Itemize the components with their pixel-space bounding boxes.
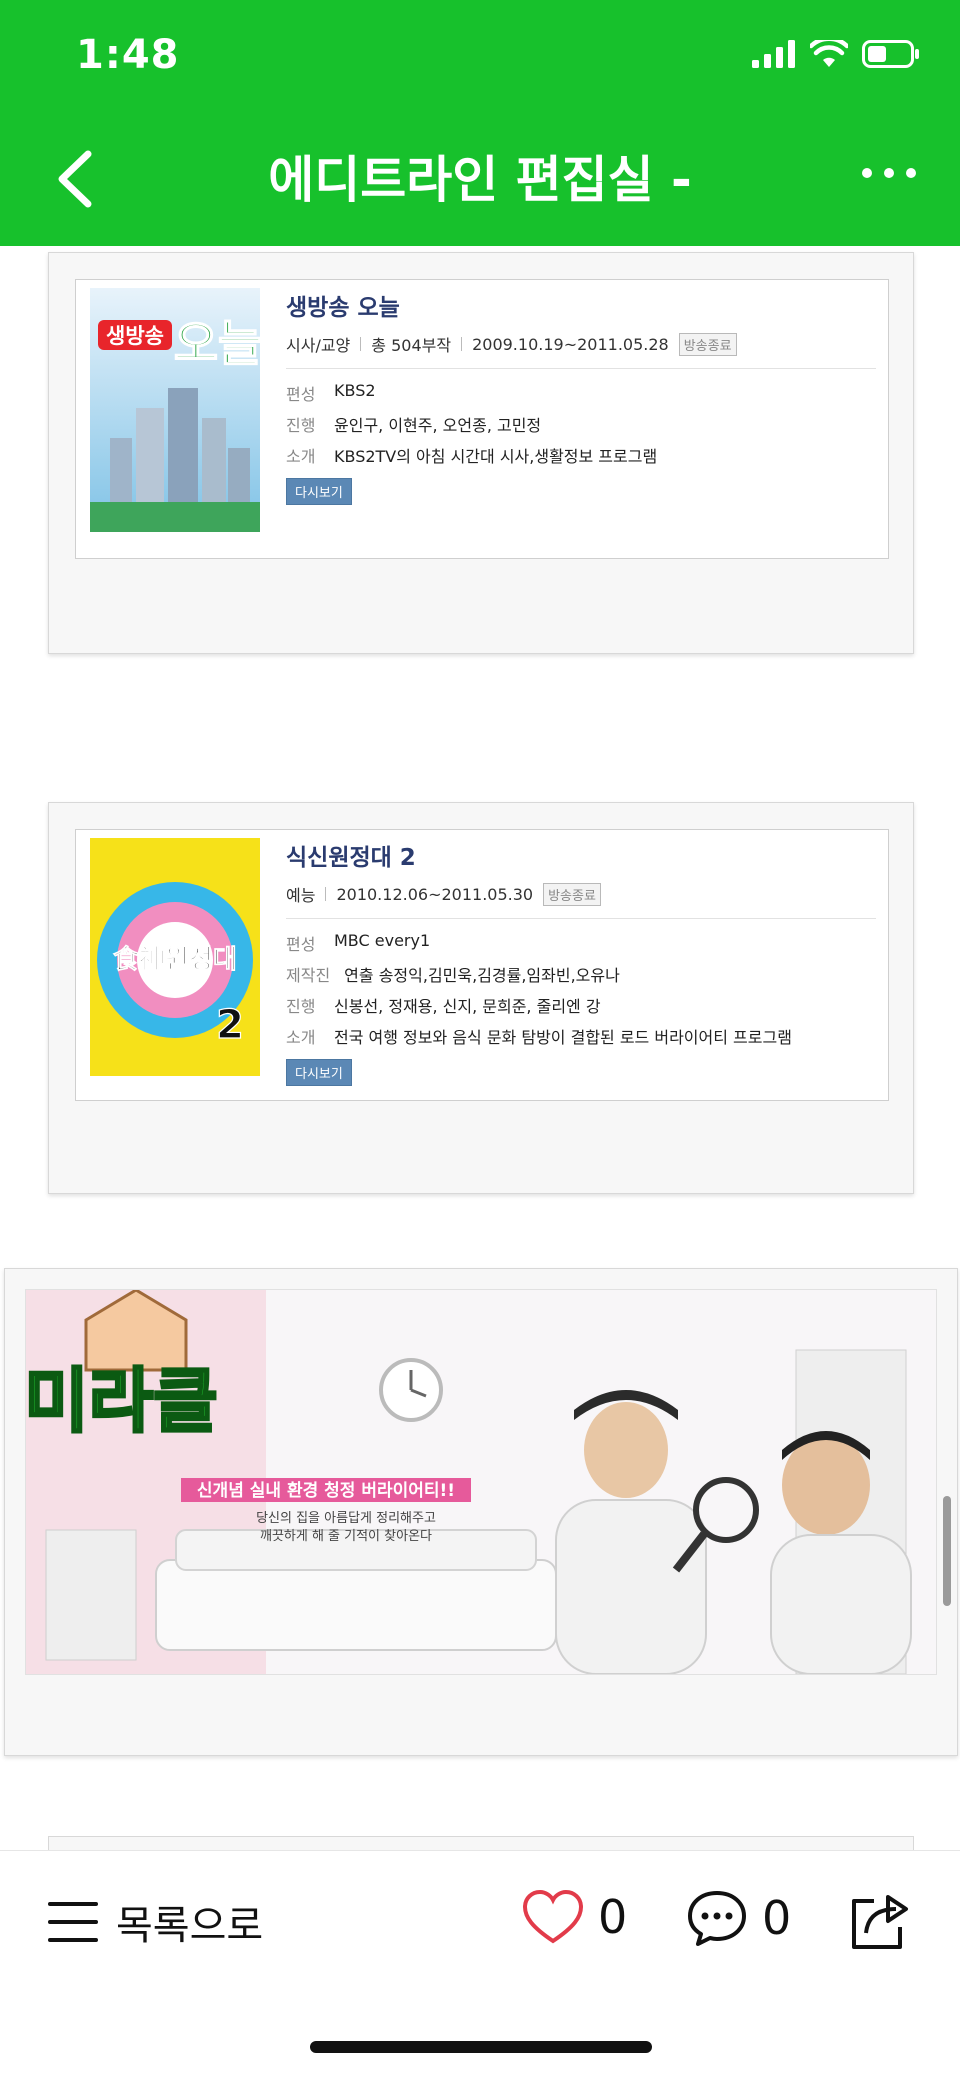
detail-row: 소개 KBS2TV의 아침 시간대 시사,생활정보 프로그램: [286, 443, 876, 467]
program-meta: 시사/교양 총 504부작 2009.10.19~2011.05.28 방송종료: [286, 332, 876, 369]
svg-text:食神원정대: 食神원정대: [113, 944, 237, 975]
detail-value: 윤인구, 이현주, 오언종, 고민정: [334, 416, 542, 435]
detail-key: 제작진: [286, 966, 331, 985]
status-badge: 방송종료: [678, 332, 737, 356]
more-icon[interactable]: [862, 168, 916, 178]
svg-text:오늘: 오늘: [174, 316, 260, 372]
detail-row: 편성 MBC every1: [286, 931, 876, 955]
detail-key: 편성: [286, 935, 316, 954]
detail-value: KBS2: [334, 381, 376, 400]
like-button[interactable]: 0: [522, 1889, 627, 1945]
next-card-edge: [48, 1836, 914, 1850]
program-details: 편성 MBC every1 제작진 연출 송정익,김민욱,김경률,임좌빈,오유나 진…: [286, 931, 876, 1048]
svg-text:미라클: 미라클: [26, 1360, 218, 1442]
detail-key: 소개: [286, 447, 316, 466]
program-title: 생방송 오늘: [286, 295, 400, 321]
program-period: 2009.10.19~2011.05.28: [472, 334, 669, 354]
status-icons: [752, 40, 920, 68]
divider: [461, 337, 463, 351]
battery-icon: [862, 40, 919, 68]
program-title: 식신원정대 2: [286, 845, 416, 871]
detail-value: 신봉선, 정재용, 신지, 문희준, 줄리엔 강: [334, 997, 601, 1016]
program-episodes: 총 504부작: [371, 336, 452, 355]
detail-row: 소개 전국 여행 정보와 음식 문화 탐방이 결합된 로드 버라이어티 프로그램: [286, 1024, 876, 1048]
detail-row: 편성 KBS2: [286, 381, 876, 405]
comment-button[interactable]: 0: [686, 1889, 791, 1947]
svg-text:당신의 집을 아름답게 정리해주고: 당신의 집을 아름답게 정리해주고: [256, 1511, 436, 1526]
program-banner: 미라클 신개념 실내 환경 청정 버라이어티!! 당신의 집을 아름답게 정리해…: [4, 1268, 958, 1756]
menu-icon: [48, 1902, 98, 1942]
detail-row: 진행 윤인구, 이현주, 오언종, 고민정: [286, 412, 876, 436]
comment-count: 0: [762, 1891, 792, 1945]
article-content[interactable]: 생방송 오늘 생방송 오늘 시사/교양 총 504부작 2009.10.19~2…: [0, 246, 960, 1850]
program-info: 생방송 오늘 시사/교양 총 504부작 2009.10.19~2011.05.…: [286, 280, 876, 505]
detail-value: 연출 송정익,김민욱,김경률,임좌빈,오유나: [344, 966, 620, 985]
detail-value: MBC every1: [334, 931, 431, 950]
back-to-list-label: 목록으로: [116, 1903, 264, 1949]
bottom-toolbar: 목록으로 0 0: [0, 1850, 960, 2080]
comment-icon: [688, 1891, 746, 1946]
detail-value: 전국 여행 정보와 음식 문화 탐방이 결합된 로드 버라이어티 프로그램: [334, 1028, 792, 1047]
program-meta: 예능 2010.12.06~2011.05.30 방송종료: [286, 882, 876, 919]
program-card: 생방송 오늘 생방송 오늘 시사/교양 총 504부작 2009.10.19~2…: [48, 252, 914, 654]
program-thumbnail: 생방송 오늘: [90, 288, 263, 532]
detail-value: KBS2TV의 아침 시간대 시사,생활정보 프로그램: [334, 447, 658, 466]
program-card: 食神원정대 2 식신원정대 2 예능 2010.12.06~2011.05.30…: [48, 802, 914, 1194]
svg-text:2: 2: [216, 1002, 244, 1048]
share-icon[interactable]: [848, 1891, 912, 1951]
replay-button[interactable]: 다시보기: [286, 478, 352, 505]
back-to-list-button[interactable]: 목록으로: [48, 1893, 263, 1951]
status-time: 1:48: [76, 32, 180, 78]
detail-row: 진행 신봉선, 정재용, 신지, 문희준, 줄리엔 강: [286, 993, 876, 1017]
home-indicator[interactable]: [310, 2041, 652, 2053]
program-details: 편성 KBS2 진행 윤인구, 이현주, 오언종, 고민정 소개 KBS2TV의 아침…: [286, 381, 876, 467]
status-badge: 방송종료: [543, 882, 601, 906]
banner-image: 미라클 신개념 실내 환경 청정 버라이어티!! 당신의 집을 아름답게 정리해…: [25, 1289, 937, 1675]
program-period: 2010.12.06~2011.05.30: [336, 884, 534, 904]
program-thumbnail: 食神원정대 2: [90, 838, 260, 1076]
top-bar: 1:48 에디트라인 편집실 -: [0, 0, 960, 246]
program-info: 식신원정대 2 예능 2010.12.06~2011.05.30 방송종료 편성…: [286, 830, 876, 1086]
divider: [325, 887, 327, 901]
scrollbar[interactable]: [943, 1496, 951, 1606]
program-genre: 예능: [286, 886, 316, 905]
svg-text:생방송: 생방송: [106, 324, 164, 348]
page-title: 에디트라인 편집실 -: [268, 151, 692, 209]
program-genre: 시사/교양: [286, 336, 351, 355]
svg-text:신개념 실내 환경 청정 버라이어티!!: 신개념 실내 환경 청정 버라이어티!!: [197, 1480, 455, 1501]
detail-key: 편성: [286, 385, 316, 404]
replay-button[interactable]: 다시보기: [286, 1059, 352, 1086]
detail-key: 진행: [286, 416, 316, 435]
svg-text:깨끗하게 해 줄 기적이 찾아온다: 깨끗하게 해 줄 기적이 찾아온다: [260, 1529, 432, 1544]
like-count: 0: [598, 1890, 628, 1944]
heart-icon: [522, 1889, 584, 1944]
program-card-inner: 생방송 오늘 생방송 오늘 시사/교양 총 504부작 2009.10.19~2…: [75, 279, 889, 559]
wifi-icon: [810, 40, 848, 67]
divider: [360, 337, 362, 351]
detail-key: 진행: [286, 997, 316, 1016]
detail-row: 제작진 연출 송정익,김민욱,김경률,임좌빈,오유나: [286, 962, 876, 986]
signal-icon: [752, 40, 795, 68]
detail-key: 소개: [286, 1028, 316, 1047]
program-card-inner: 食神원정대 2 식신원정대 2 예능 2010.12.06~2011.05.30…: [75, 829, 889, 1101]
